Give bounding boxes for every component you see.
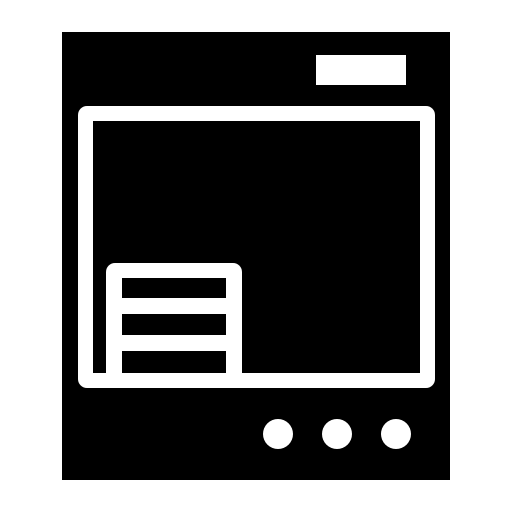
rack-slat (122, 278, 226, 298)
display-panel (316, 55, 406, 85)
control-button-1 (263, 419, 293, 449)
control-button-3 (381, 419, 411, 449)
dishwasher-icon (62, 32, 450, 480)
icon-canvas (0, 0, 512, 512)
rack-slat (122, 314, 226, 335)
control-button-2 (322, 419, 352, 449)
rack-slat (122, 351, 226, 373)
